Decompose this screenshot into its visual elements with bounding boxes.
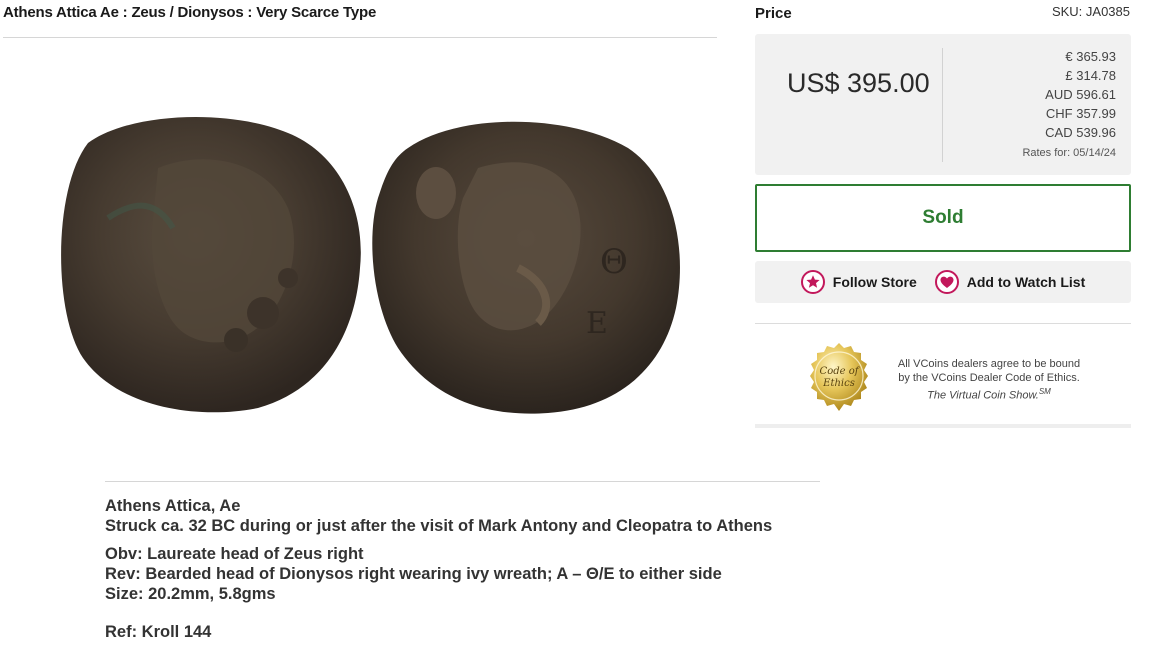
- svg-text:E: E: [586, 306, 608, 341]
- currency-rates: € 365.93 £ 314.78 AUD 596.61 CHF 357.99 …: [1022, 47, 1116, 163]
- description-size: Size: 20.2mm, 5.8gms: [105, 585, 276, 603]
- service-mark: SM: [1038, 387, 1051, 396]
- price-divider: [942, 48, 943, 162]
- ethics-divider-bottom: [755, 424, 1131, 428]
- watch-list-label: Add to Watch List: [966, 274, 1086, 290]
- rate-aud: AUD 596.61: [1045, 87, 1116, 102]
- rate-eur: € 365.93: [1065, 49, 1116, 64]
- rates-date: Rates for: 05/14/24: [1022, 147, 1116, 159]
- add-to-watch-list-button[interactable]: Add to Watch List: [934, 270, 1086, 294]
- description-reverse: Rev: Bearded head of Dionysos right wear…: [105, 565, 722, 583]
- sku-label: SKU: JA0385: [1051, 4, 1130, 19]
- ethics-divider-top: [755, 323, 1131, 324]
- price-panel: US$ 395.00 € 365.93 £ 314.78 AUD 596.61 …: [755, 34, 1131, 175]
- svg-text:Θ: Θ: [600, 242, 628, 282]
- ethics-tagline-text: The Virtual Coin Show.: [927, 389, 1039, 402]
- ethics-line-2: by the VCoins Dealer Code of Ethics.: [898, 372, 1080, 384]
- svg-text:Code of: Code of: [820, 366, 861, 377]
- store-actions: Follow Store Add to Watch List: [755, 261, 1131, 303]
- sold-status-button[interactable]: Sold: [755, 184, 1131, 252]
- rate-gbp: £ 314.78: [1065, 68, 1116, 83]
- coin-photo[interactable]: Θ E: [48, 108, 688, 418]
- ethics-tagline: The Virtual Coin Show.SM: [880, 385, 1098, 403]
- ethics-statement: All VCoins dealers agree to be bound by …: [880, 357, 1098, 403]
- title-divider: [3, 37, 717, 38]
- svg-text:Ethics: Ethics: [822, 378, 855, 389]
- follow-store-label: Follow Store: [832, 274, 917, 290]
- price-main: US$ 395.00: [787, 68, 930, 98]
- star-icon: [800, 270, 825, 294]
- coin-reverse: Θ E: [372, 121, 680, 414]
- ethics-line-1: All VCoins dealers agree to be bound: [897, 358, 1081, 370]
- rate-chf: CHF 357.99: [1045, 106, 1116, 121]
- product-title: Athens Attica Ae : Zeus / Dionysos : Ver…: [3, 4, 377, 21]
- description-struck: Struck ca. 32 BC during or just after th…: [105, 517, 773, 535]
- coin-obverse: [61, 116, 361, 413]
- description-obverse: Obv: Laureate head of Zeus right: [105, 545, 364, 563]
- description-title: Athens Attica, Ae: [105, 497, 241, 515]
- rate-cad: CAD 539.96: [1045, 125, 1116, 140]
- heart-icon: [934, 270, 959, 294]
- price-heading: Price: [755, 5, 792, 22]
- description-reference: Ref: Kroll 144: [105, 623, 212, 641]
- code-of-ethics-seal-icon[interactable]: Code of Ethics: [804, 341, 874, 413]
- description-divider: [105, 481, 820, 482]
- follow-store-button[interactable]: Follow Store: [800, 270, 917, 294]
